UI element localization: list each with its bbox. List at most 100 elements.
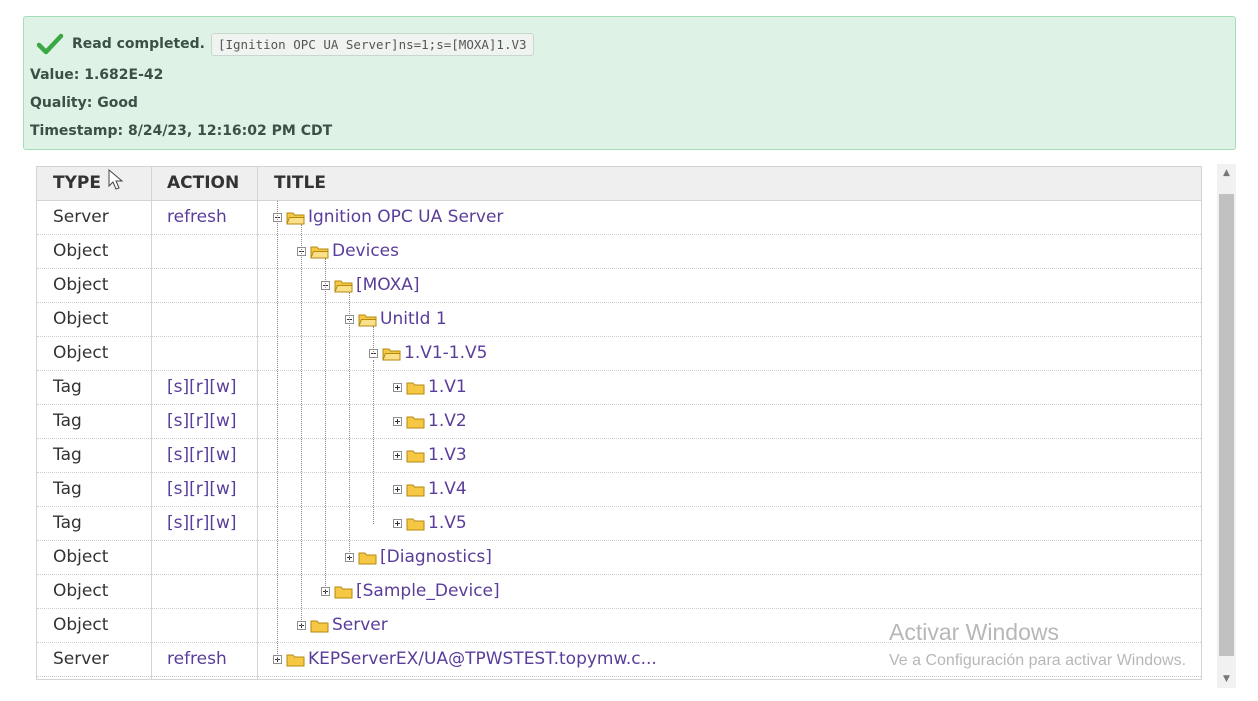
table-row[interactable]: Object [Diagnostics] [37,541,1201,575]
row-title-cell: 1.V5 [258,507,1201,540]
tree-node[interactable]: Devices [297,235,399,268]
scroll-thumb[interactable] [1219,194,1234,656]
tree-node[interactable]: Ignition OPC UA Server [273,201,503,234]
table-row[interactable]: Object Devices [37,235,1201,269]
folder-icon [406,416,425,428]
expand-icon[interactable] [393,519,402,528]
folder-icon [334,586,353,598]
expand-icon[interactable] [393,383,402,392]
tree-node[interactable]: 1.V1 [393,371,467,404]
tree-node-label[interactable]: 1.V1 [428,371,467,404]
row-type: Tag [53,411,82,431]
tree-node-label[interactable]: Devices [332,235,399,268]
tree-node[interactable]: [MOXA] [321,269,420,302]
row-action-link[interactable]: [s][r][w] [151,371,258,404]
row-action-link [151,575,258,608]
tree-guide-line [373,360,374,524]
tree-node[interactable]: Server [297,609,388,642]
expand-icon[interactable] [393,451,402,460]
row-action-link[interactable]: [s][r][w] [151,405,258,438]
tree-node[interactable]: 1.V2 [393,405,467,438]
header-type[interactable]: TYPE [37,167,151,200]
tree-guide-line [325,258,326,592]
row-action-link[interactable]: refresh [151,643,258,676]
row-type: Tag [53,479,82,499]
tree-node-label[interactable]: UnitId 1 [380,303,447,336]
node-id-code: [Ignition OPC UA Server]ns=1;s=[MOXA]1.V… [210,32,534,56]
folder-icon [406,518,425,530]
tree-node-label[interactable]: [MOXA] [356,269,420,302]
row-action-link [151,609,258,642]
table-row[interactable]: Object UnitId 1 [37,303,1201,337]
table-row[interactable]: Tag [s][r][w] 1.V1 [37,371,1201,405]
tree-node-label[interactable]: 1.V2 [428,405,467,438]
row-type: Object [53,343,109,363]
folder-icon [310,246,329,258]
tree-node[interactable]: [Diagnostics] [345,541,492,574]
value-line: Value: 1.682E-42 [30,67,164,83]
header-title[interactable]: TITLE [258,167,1201,200]
folder-icon [286,654,305,666]
row-type: Object [53,615,109,635]
tree-guide-line [301,224,302,626]
table-row[interactable]: Tag [s][r][w] 1.V4 [37,473,1201,507]
row-title-cell: 1.V4 [258,473,1201,506]
row-type: Object [53,275,109,295]
row-title-cell: Devices [258,235,1201,268]
row-action-link[interactable]: refresh [151,201,258,234]
tree-guide-line [373,326,374,354]
read-result-alert: Read completed. [Ignition OPC UA Server]… [23,16,1236,150]
table-row[interactable]: Tag [s][r][w] 1.V3 [37,439,1201,473]
row-action-link [151,269,258,302]
tree-guide-line [277,201,278,660]
row-type: Server [53,649,109,669]
tree-guide-line [349,292,350,558]
tree-node-label[interactable]: 1.V5 [428,507,467,540]
tree-node[interactable]: 1.V4 [393,473,467,506]
tree-node[interactable]: KEPServerEX/UA@TPWSTEST.topymw.c... [273,643,657,676]
tree-node[interactable]: UnitId 1 [345,303,447,336]
quality-line: Quality: Good [30,95,138,111]
row-title-cell: UnitId 1 [258,303,1201,336]
row-type: Object [53,241,109,261]
table-row[interactable]: Object [MOXA] [37,269,1201,303]
scroll-up-arrow-icon[interactable]: ▲ [1217,164,1236,182]
table-row[interactable]: Tag [s][r][w] 1.V2 [37,405,1201,439]
scroll-down-arrow-icon[interactable]: ▼ [1217,670,1236,688]
expand-icon[interactable] [393,417,402,426]
table-row[interactable]: Object [Sample_Device] [37,575,1201,609]
tree-node[interactable]: 1.V3 [393,439,467,472]
tree-node-label[interactable]: Ignition OPC UA Server [308,201,503,234]
tree-node-label[interactable]: [Sample_Device] [356,575,500,608]
row-type: Tag [53,513,82,533]
tree-node[interactable]: 1.V5 [393,507,467,540]
tree-node[interactable]: 1.V1-1.V5 [369,337,487,370]
browse-tree-table: TYPE ACTION TITLE Server refresh Ignition … [36,166,1202,680]
header-action[interactable]: ACTION [151,167,258,200]
tree-node-label[interactable]: KEPServerEX/UA@TPWSTEST.topymw.c... [308,643,657,676]
row-type: Server [53,207,109,227]
tree-node[interactable]: [Sample_Device] [321,575,500,608]
table-row[interactable]: Tag [s][r][w] 1.V5 [37,507,1201,541]
folder-icon [406,382,425,394]
folder-icon [358,552,377,564]
row-title-cell: 1.V1-1.V5 [258,337,1201,370]
row-action-link [151,541,258,574]
tree-node-label[interactable]: 1.V4 [428,473,467,506]
tree-node-label[interactable]: 1.V1-1.V5 [404,337,487,370]
tree-node-label[interactable]: 1.V3 [428,439,467,472]
expand-icon[interactable] [393,485,402,494]
vertical-scrollbar[interactable]: ▲ ▼ [1217,164,1236,688]
folder-icon [382,348,401,360]
table-row[interactable]: Server refresh Ignition OPC UA Server [37,201,1201,235]
table-row[interactable]: Object 1.V1-1.V5 [37,337,1201,371]
tree-node-label[interactable]: Server [332,609,388,642]
row-action-link[interactable]: [s][r][w] [151,439,258,472]
row-title-cell: Server [258,609,1201,642]
folder-icon [310,620,329,632]
row-action-link[interactable]: [s][r][w] [151,473,258,506]
row-title-cell: [MOXA] [258,269,1201,302]
row-action-link[interactable]: [s][r][w] [151,507,258,540]
row-type: Tag [53,377,82,397]
tree-node-label[interactable]: [Diagnostics] [380,541,492,574]
